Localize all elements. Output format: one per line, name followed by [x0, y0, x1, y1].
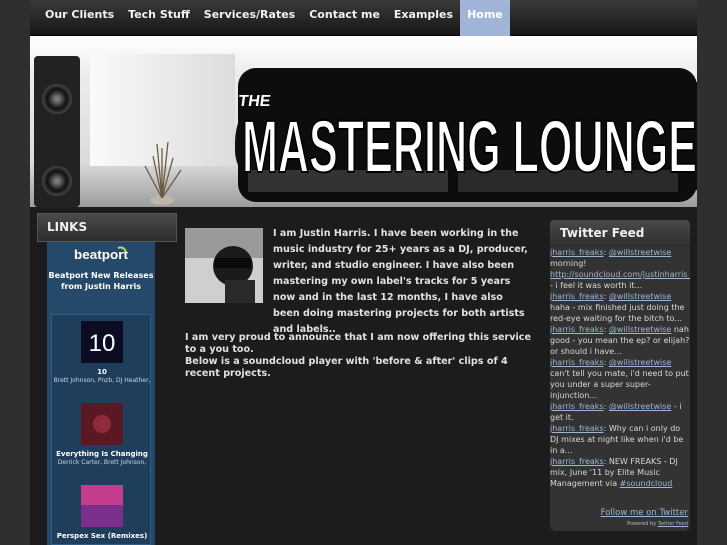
tweet-text: can't tell you mate, i'd need to put you… — [550, 369, 689, 400]
tweet-user[interactable]: jharris_freaks — [550, 402, 604, 411]
nav-services-rates[interactable]: Services/Rates — [197, 0, 302, 36]
links-title: LINKS — [47, 220, 88, 234]
tweet-mention[interactable]: @willstreetwise — [609, 358, 671, 367]
tweet-text: - i feel it was worth it... — [550, 281, 643, 290]
release-item[interactable]: Perspex Sex (Remixes) — [52, 485, 152, 541]
tweet: jharris_freaks: @willstreetwise morning! — [550, 248, 672, 268]
studio-speaker — [34, 56, 80, 207]
tweet-mention[interactable]: @willstreetwise — [609, 292, 671, 301]
profile-photo — [185, 228, 263, 303]
announcement-line-1: I am very proud to announce that I am no… — [185, 332, 531, 355]
svg-text:MASTERING LOUNGE: MASTERING LOUNGE — [242, 105, 697, 188]
announcement-text: I am very proud to announce that I am no… — [185, 332, 531, 380]
tweet-user[interactable]: jharris_freaks — [550, 292, 604, 301]
tweet-mention[interactable]: @willstreetwise — [609, 248, 671, 257]
svg-text:beatport: beatport — [74, 247, 129, 262]
intro-text: I am Justin Harris. I have been working … — [273, 228, 528, 335]
release-item[interactable]: Everything Is Changing Derrick Carter, B… — [52, 403, 152, 467]
tweet-mention[interactable]: @willstreetwise — [609, 325, 671, 334]
beatport-widget-title: Beatport New Releases from Justin Harris — [48, 271, 154, 291]
tweet-link[interactable]: http://soundcloud.com/justinharris_freak… — [550, 270, 690, 279]
tweet-mention[interactable]: @willstreetwise — [609, 402, 671, 411]
tweet: jharris_freaks: NEW FREAKS - DJ mix, Jun… — [550, 457, 678, 488]
nav-our-clients[interactable]: Our Clients — [38, 0, 121, 36]
header-banner: THE MASTERING LOUNGE — [30, 36, 697, 207]
beatport-logo-icon[interactable]: beatport — [72, 246, 130, 264]
tweet-user[interactable]: jharris_freaks — [550, 457, 604, 466]
release-artists: Derrick Carter, Brett Johnson, — [57, 459, 147, 466]
beatport-widget: beatport Beatport New Releases from Just… — [47, 242, 155, 545]
tweet: - i feel it was worth it... — [550, 280, 690, 291]
tweet: jharris_freaks: @willstreetwise nah good… — [550, 325, 690, 356]
tweet: jharris_freaks: Why can i only do DJ mix… — [550, 424, 684, 455]
release-artwork[interactable] — [81, 485, 123, 527]
nav-tech-stuff[interactable]: Tech Stuff — [121, 0, 197, 36]
announcement-line-2: Below is a soundcloud player with 'befor… — [185, 356, 508, 379]
release-title[interactable]: Everything Is Changing — [52, 450, 152, 459]
nav-contact-me[interactable]: Contact me — [302, 0, 387, 36]
tweet-user[interactable]: jharris_freaks — [550, 358, 604, 367]
twitter-feed-header: Twitter Feed — [550, 220, 690, 247]
plant-icon — [144, 141, 182, 205]
tweet: jharris_freaks: @willstreetwise - i get … — [550, 402, 682, 422]
release-item[interactable]: 10 10 Brett Johnson, Pnzb, DJ Heather, — [52, 321, 152, 385]
speaker-cone-icon — [42, 166, 72, 196]
tweet: jharris_freaks: @willstreetwise can't te… — [550, 358, 689, 400]
twitter-feed-link[interactable]: Twitter Feed — [658, 521, 688, 527]
links-header: LINKS — [37, 213, 177, 242]
tweet: jharris_freaks: @willstreetwise haha - m… — [550, 292, 685, 323]
tweet-user[interactable]: jharris_freaks — [550, 325, 604, 334]
powered-by: Powered by Twitter Feed — [627, 521, 688, 527]
tweet-text: morning! — [550, 259, 587, 268]
nav-examples[interactable]: Examples — [387, 0, 460, 36]
tweet-text: haha - mix finished just doing the red-e… — [550, 303, 685, 323]
main-nav: Our Clients Tech Stuff Services/Rates Co… — [30, 0, 697, 36]
powered-by-label: Powered by — [627, 521, 658, 527]
tweet-hashtag[interactable]: #soundcloud — [620, 479, 673, 488]
twitter-feed: jharris_freaks: @willstreetwise morning!… — [550, 247, 690, 531]
svg-text:10: 10 — [89, 330, 116, 357]
release-artwork[interactable] — [81, 403, 123, 445]
release-artists: Brett Johnson, Pnzb, DJ Heather, — [53, 377, 151, 384]
site-logo: THE MASTERING LOUNGE — [237, 62, 697, 202]
nav-home[interactable]: Home — [460, 0, 510, 36]
release-title[interactable]: Perspex Sex (Remixes) — [52, 532, 152, 541]
twitter-feed-title: Twitter Feed — [560, 226, 645, 240]
release-list: 10 10 Brett Johnson, Pnzb, DJ Heather, E… — [51, 314, 151, 545]
tweet-user[interactable]: jharris_freaks — [550, 248, 604, 257]
follow-on-twitter-link[interactable]: Follow me on Twitter — [601, 508, 688, 518]
tweet: http://soundcloud.com/justinharris_freak… — [550, 269, 690, 280]
release-title[interactable]: 10 — [52, 368, 152, 377]
release-artwork[interactable]: 10 — [81, 321, 123, 363]
tweet-user[interactable]: jharris_freaks — [550, 424, 604, 433]
speaker-cone-icon — [42, 84, 72, 114]
